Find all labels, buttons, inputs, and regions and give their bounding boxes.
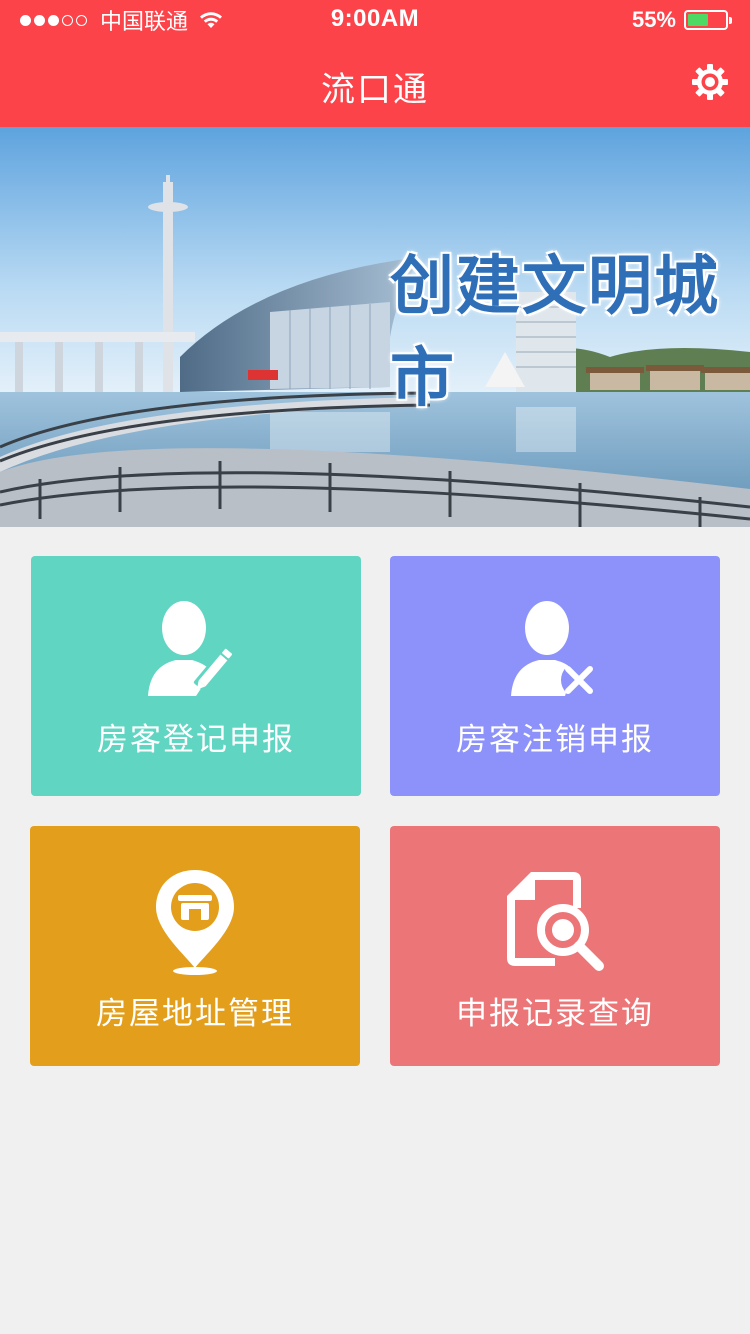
tile-label: 房客注销申报 xyxy=(456,722,654,758)
tile-label: 房屋地址管理 xyxy=(96,996,294,1032)
user-remove-icon xyxy=(511,601,597,698)
settings-button[interactable] xyxy=(690,62,730,102)
page-title: 流口通 xyxy=(321,70,429,110)
location-store-icon xyxy=(156,870,234,975)
status-right: 55% xyxy=(631,7,732,33)
user-edit-icon xyxy=(148,601,233,696)
battery-level xyxy=(688,14,708,26)
record-query-button[interactable]: 申报记录查询 xyxy=(390,826,720,1066)
document-search-icon xyxy=(507,872,604,971)
battery-percent: 55% xyxy=(631,7,676,32)
house-address-button[interactable]: 房屋地址管理 xyxy=(30,826,360,1066)
tenant-cancel-button[interactable]: 房客注销申报 xyxy=(390,556,720,796)
navigation-bar: 流口通 xyxy=(0,40,750,127)
status-bar: 中国联通 9:00AM 55% xyxy=(0,0,750,40)
banner-caption: 创建文明城市 xyxy=(390,249,720,416)
tile-label: 申报记录查询 xyxy=(456,996,654,1032)
tenant-register-button[interactable]: 房客登记申报 xyxy=(31,556,361,796)
gear-icon xyxy=(692,64,728,100)
banner-image[interactable]: 创建文明城市 xyxy=(0,127,750,527)
tile-label: 房客登记申报 xyxy=(97,722,295,758)
battery-icon xyxy=(684,10,732,30)
